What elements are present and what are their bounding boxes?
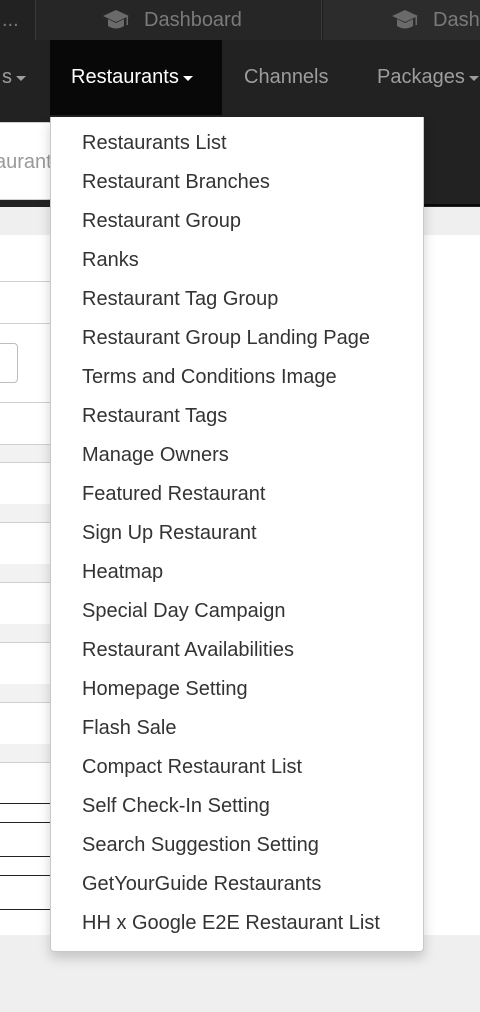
menu-item-restaurant-branches[interactable]: Restaurant Branches — [51, 163, 423, 202]
nav-item-packages[interactable]: Packages — [377, 40, 479, 115]
nav-label: Restaurants — [71, 66, 179, 88]
menu-item-self-check-in-setting[interactable]: Self Check-In Setting — [51, 787, 423, 826]
divider — [0, 462, 52, 463]
menu-item-restaurants-list[interactable]: Restaurants List — [51, 124, 423, 163]
nav-label: Channels — [244, 66, 329, 88]
divider — [0, 702, 52, 703]
nav-item-truncated[interactable]: s — [0, 40, 50, 115]
menu-item-manage-owners[interactable]: Manage Owners — [51, 436, 423, 475]
menu-item-terms-and-conditions-image[interactable]: Terms and Conditions Image — [51, 358, 423, 397]
nav-item-channels[interactable]: Channels — [244, 40, 329, 115]
menu-item-sign-up-restaurant[interactable]: Sign Up Restaurant — [51, 514, 423, 553]
divider — [0, 856, 52, 857]
menu-item-restaurant-group[interactable]: Restaurant Group — [51, 202, 423, 241]
menu-item-featured-restaurant[interactable]: Featured Restaurant — [51, 475, 423, 514]
menu-item-heatmap[interactable]: Heatmap — [51, 553, 423, 592]
table-row — [0, 744, 52, 762]
form-control[interactable] — [0, 343, 18, 383]
nav-label: s — [2, 66, 12, 88]
restaurants-dropdown-menu: Restaurants List Restaurant Branches Res… — [50, 117, 424, 952]
menu-item-getyourguide-restaurants[interactable]: GetYourGuide Restaurants — [51, 865, 423, 904]
divider — [0, 909, 52, 910]
browser-tab-truncated[interactable]: ... — [0, 0, 36, 40]
divider — [0, 762, 52, 763]
nav-label: Packages — [377, 66, 465, 88]
menu-item-ranks[interactable]: Ranks — [51, 241, 423, 280]
divider — [424, 204, 480, 206]
caret-down-icon — [16, 76, 26, 81]
table-row — [0, 564, 52, 582]
divider — [0, 803, 52, 804]
divider — [0, 522, 52, 523]
menu-item-restaurant-tags[interactable]: Restaurant Tags — [51, 397, 423, 436]
nav-item-restaurants[interactable]: Restaurants — [50, 40, 222, 115]
menu-item-flash-sale[interactable]: Flash Sale — [51, 709, 423, 748]
menu-item-hh-google-e2e-restaurant-list[interactable]: HH x Google E2E Restaurant List — [51, 904, 423, 943]
search-input[interactable]: aurant — [0, 122, 52, 200]
menu-item-restaurant-group-landing-page[interactable]: Restaurant Group Landing Page — [51, 319, 423, 358]
table-row — [0, 684, 52, 702]
menu-item-special-day-campaign[interactable]: Special Day Campaign — [51, 592, 423, 631]
graduation-cap-icon — [103, 10, 129, 29]
divider — [0, 642, 52, 643]
tab-label: Dashboard — [144, 8, 242, 31]
graduation-cap-icon — [392, 10, 418, 29]
caret-down-icon — [182, 76, 193, 81]
table-row — [0, 504, 52, 522]
divider — [0, 444, 52, 445]
divider — [0, 281, 52, 282]
divider — [0, 323, 52, 324]
divider — [0, 582, 52, 583]
menu-item-homepage-setting[interactable]: Homepage Setting — [51, 670, 423, 709]
browser-tab-dashboard[interactable]: Dashboard — [36, 0, 322, 40]
table-row — [0, 444, 52, 462]
tab-label: ... — [2, 8, 19, 31]
menu-item-restaurant-availabilities[interactable]: Restaurant Availabilities — [51, 631, 423, 670]
menu-item-search-suggestion-setting[interactable]: Search Suggestion Setting — [51, 826, 423, 865]
table-row — [0, 624, 52, 642]
main-navbar: s Restaurants Channels Packages — [0, 40, 480, 115]
browser-tab-strip: ... Dashboard Dash — [0, 0, 480, 40]
browser-tab-dash[interactable]: Dash — [323, 0, 480, 40]
tab-label: Dash — [433, 8, 480, 31]
divider — [0, 875, 52, 876]
menu-item-restaurant-tag-group[interactable]: Restaurant Tag Group — [51, 280, 423, 319]
caret-down-icon — [468, 76, 479, 81]
divider — [0, 402, 52, 403]
menu-item-compact-restaurant-list[interactable]: Compact Restaurant List — [51, 748, 423, 787]
divider — [0, 822, 52, 823]
